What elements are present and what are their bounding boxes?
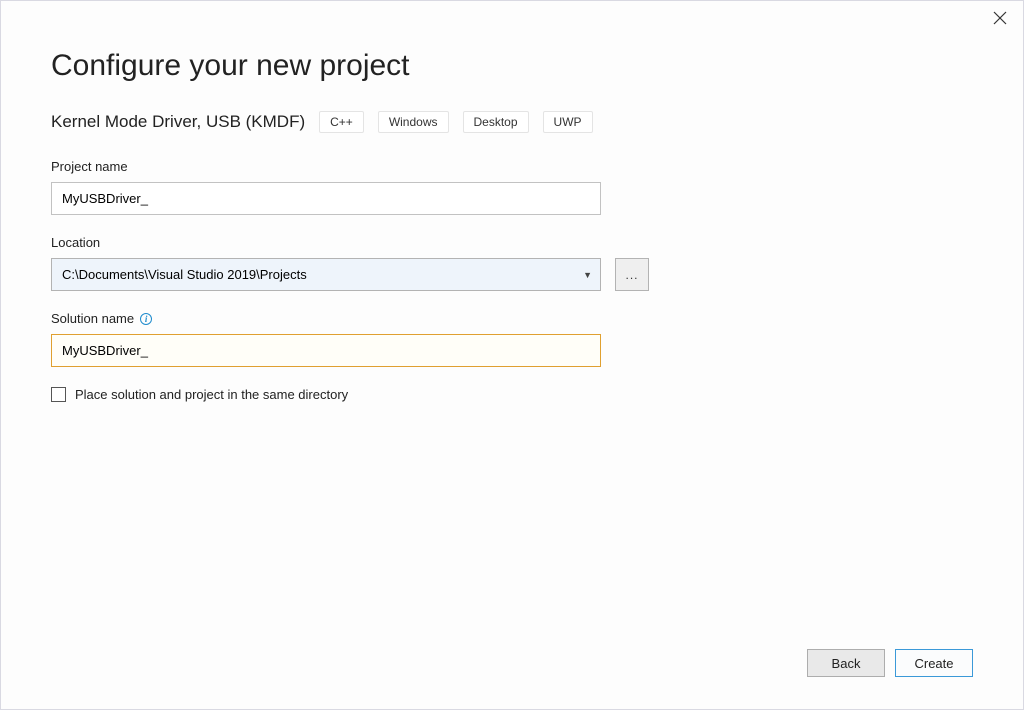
create-button[interactable]: Create bbox=[895, 649, 973, 677]
solution-name-label: Solution name bbox=[51, 311, 134, 326]
template-row: Kernel Mode Driver, USB (KMDF) C++ Windo… bbox=[51, 111, 973, 133]
template-tag: C++ bbox=[319, 111, 364, 133]
browse-button[interactable]: ... bbox=[615, 258, 649, 291]
template-tag: UWP bbox=[543, 111, 593, 133]
close-icon bbox=[993, 11, 1007, 25]
location-value: C:\Documents\Visual Studio 2019\Projects bbox=[62, 267, 307, 282]
page-title: Configure your new project bbox=[51, 49, 973, 83]
same-directory-label: Place solution and project in the same d… bbox=[75, 387, 348, 402]
close-button[interactable] bbox=[993, 11, 1009, 27]
location-combo[interactable]: C:\Documents\Visual Studio 2019\Projects… bbox=[51, 258, 601, 291]
template-tag: Desktop bbox=[463, 111, 529, 133]
same-directory-checkbox[interactable] bbox=[51, 387, 66, 402]
project-name-label: Project name bbox=[51, 159, 973, 174]
solution-name-input[interactable] bbox=[51, 334, 601, 367]
location-label: Location bbox=[51, 235, 973, 250]
back-button[interactable]: Back bbox=[807, 649, 885, 677]
project-name-input[interactable] bbox=[51, 182, 601, 215]
info-icon[interactable]: i bbox=[140, 313, 152, 325]
template-name: Kernel Mode Driver, USB (KMDF) bbox=[51, 112, 305, 132]
chevron-down-icon: ▼ bbox=[583, 270, 592, 280]
template-tag: Windows bbox=[378, 111, 449, 133]
